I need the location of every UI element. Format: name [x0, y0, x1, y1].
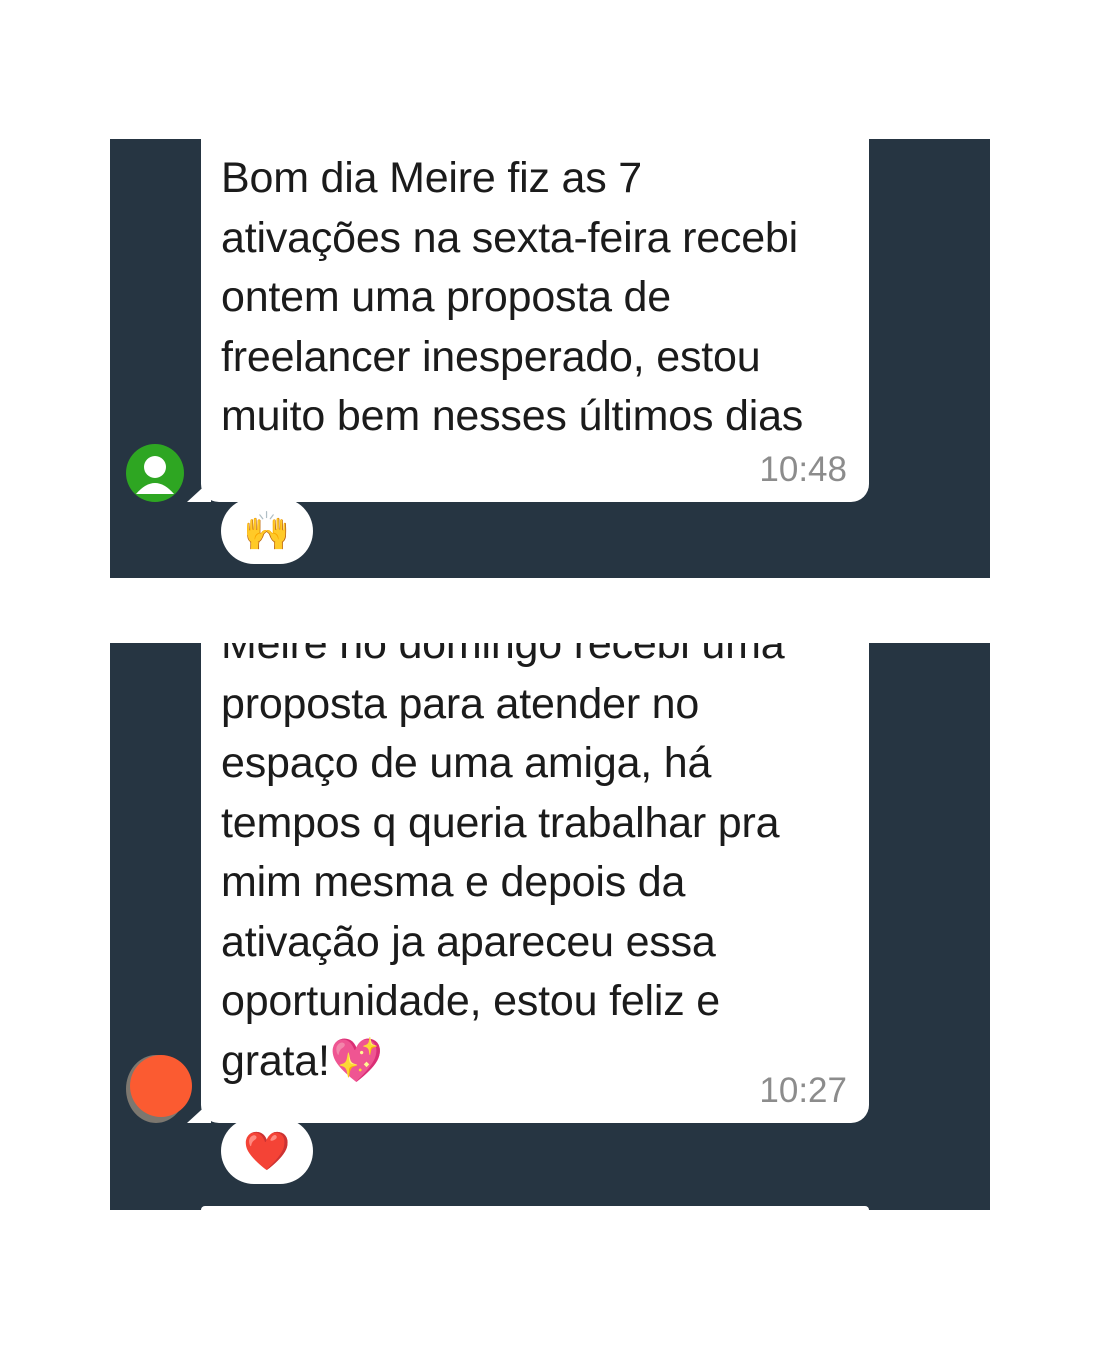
bubble-tail [187, 480, 211, 502]
bubble-tail [187, 1101, 211, 1123]
chat-screenshot-1: Bom dia Meire fiz as 7 ativações na sext… [110, 139, 990, 578]
reaction-badge[interactable]: ❤️ [221, 1118, 313, 1184]
message-timestamp: 10:27 [759, 1071, 847, 1110]
raising-hands-emoji: 🙌 [243, 508, 291, 553]
profile-photo [130, 1055, 192, 1117]
message-text: Bom dia Meire fiz as 7 ativações na sext… [221, 154, 804, 440]
message-timestamp: 10:48 [759, 450, 847, 489]
chat-screenshot-2: Meire no domingo recebi uma proposta par… [110, 643, 990, 1210]
person-icon [136, 456, 174, 494]
avatar[interactable] [126, 1055, 192, 1123]
avatar[interactable] [126, 444, 184, 502]
next-message-edge [201, 1206, 869, 1210]
message-text: Meire no domingo recebi uma proposta par… [221, 643, 785, 1085]
reaction-badge[interactable]: 🙌 [221, 498, 313, 564]
message-bubble[interactable]: Bom dia Meire fiz as 7 ativações na sext… [187, 139, 869, 502]
heart-emoji: ❤️ [243, 1128, 291, 1173]
message-bubble[interactable]: Meire no domingo recebi uma proposta par… [187, 643, 869, 1123]
